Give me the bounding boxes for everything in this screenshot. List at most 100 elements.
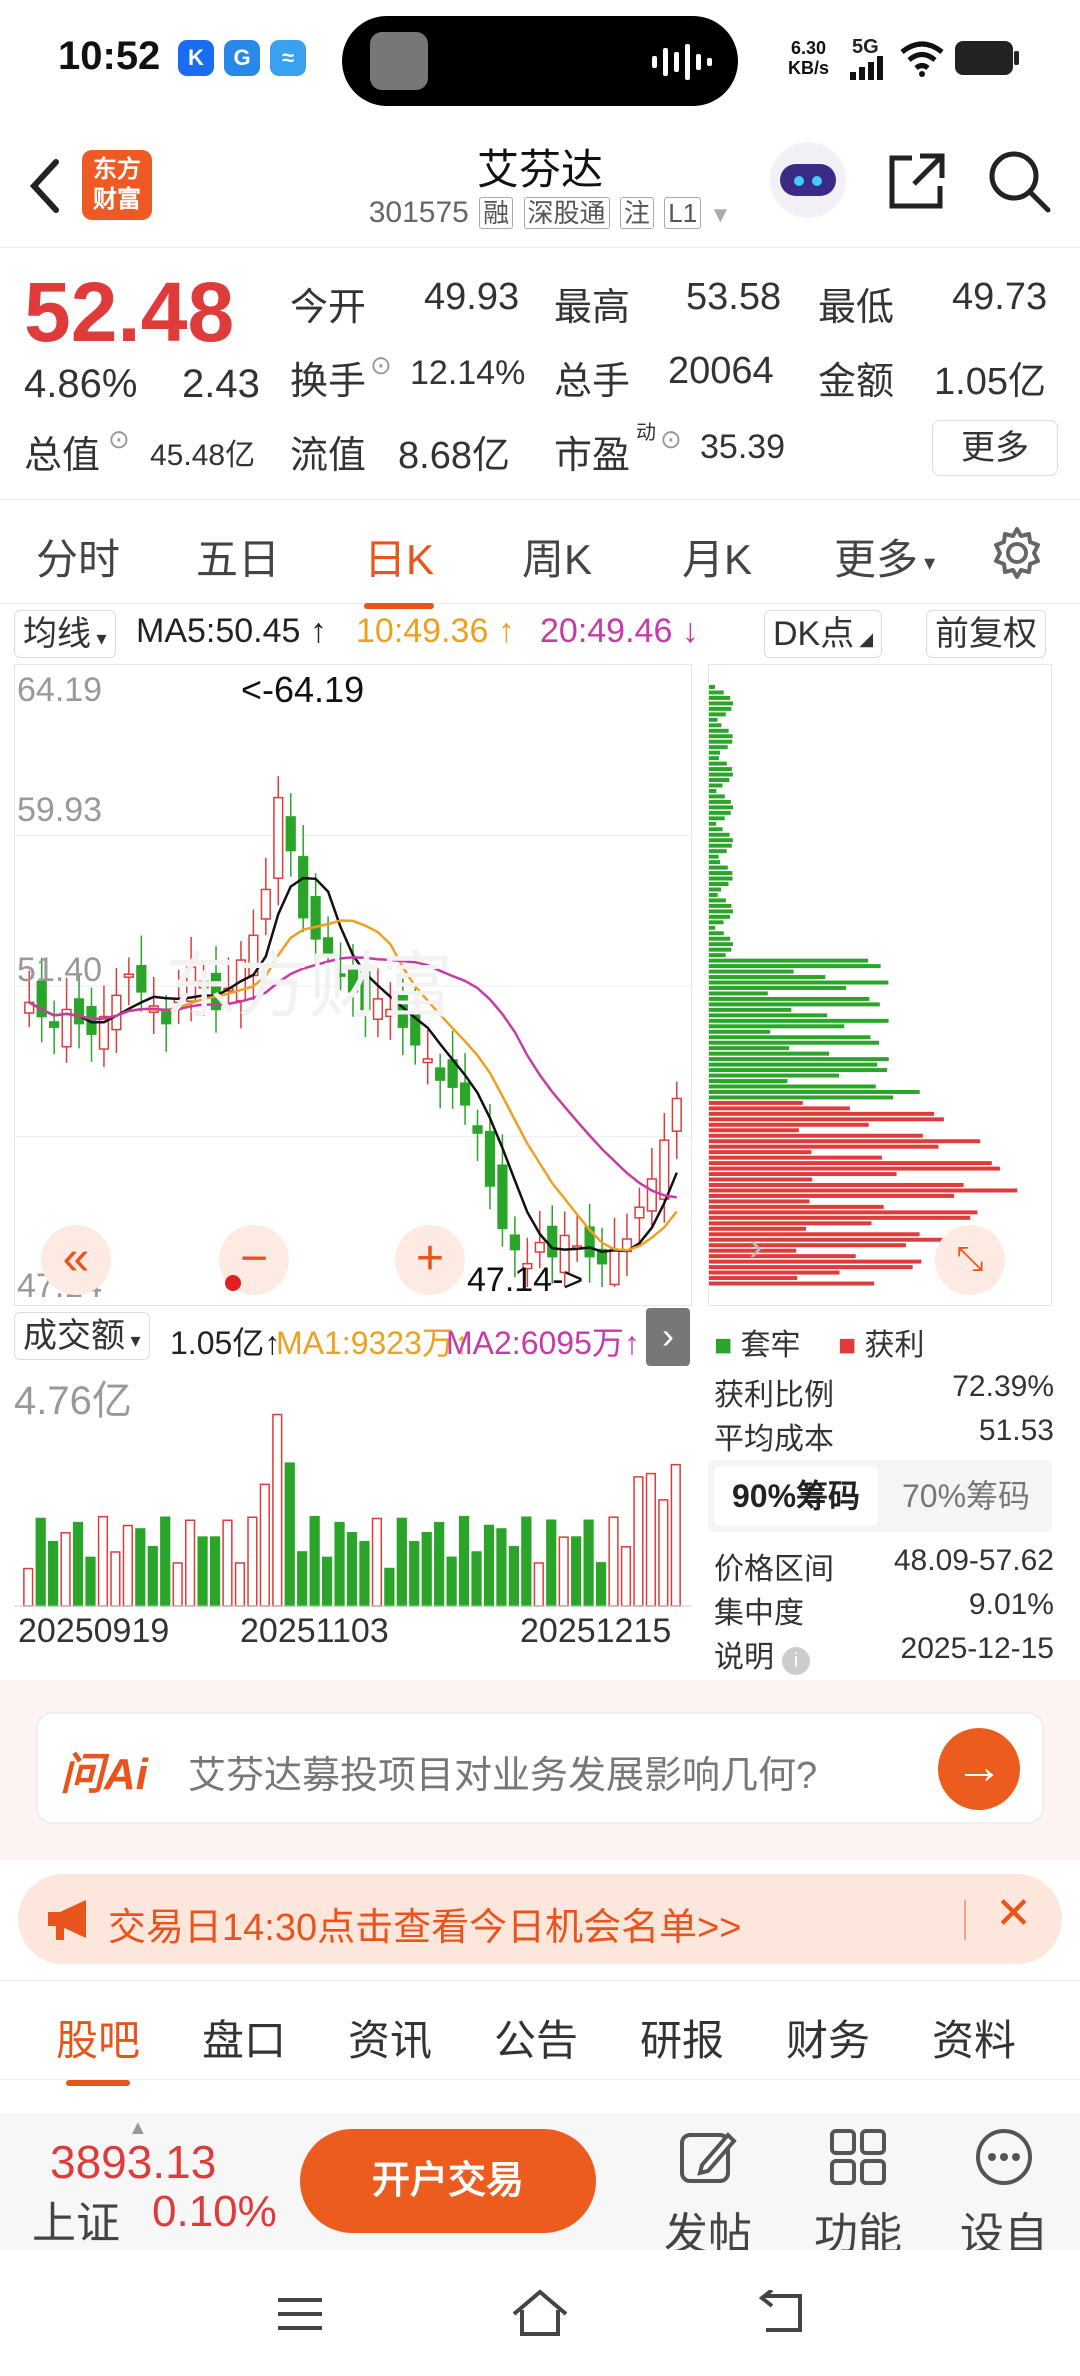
legend-profit: ■ 获利 <box>838 1329 925 1362</box>
tab-more-periods[interactable]: 更多 ▾ <box>834 526 935 587</box>
period-tabs: 分时 五日 日K 周K 月K 更多 ▾ <box>0 500 1080 609</box>
wifi-icon <box>900 41 944 77</box>
min-price-note: 47.14-> <box>467 1261 584 1299</box>
profit-ratio-row: 获利比例 72.39% <box>714 1370 1054 1412</box>
chip-distribution[interactable]: › ⤡ <box>708 664 1052 1306</box>
price-range-row: 价格区间 48.09-57.62 <box>714 1544 1054 1586</box>
ma-bar: 均线 ▾ MA5:50.45 ↑ 10:49.36 ↑ 20:49.46 ↓ D… <box>0 604 1080 662</box>
kline-chart[interactable]: 64.19 59.93 51.40 47.14 <-64.19 47.14-> … <box>14 664 693 1306</box>
index-name[interactable]: 上证 <box>32 2187 120 2251</box>
tab-orderbook[interactable]: 盘口 <box>202 2007 286 2068</box>
more-quote-button[interactable]: 更多 <box>932 420 1058 476</box>
code-dropdown-icon: ▼ <box>709 202 732 227</box>
pe-info-icon[interactable]: ⊙ <box>660 424 682 455</box>
ai-robot-avatar[interactable] <box>770 142 846 218</box>
home-icon[interactable] <box>510 2288 570 2338</box>
collapse-arrow-button[interactable]: › <box>646 1308 690 1366</box>
dk-point-selector[interactable]: DK点 ◢ <box>764 610 883 658</box>
chip-canvas <box>709 685 1018 1286</box>
float-value: 8.68亿 <box>398 435 510 477</box>
close-icon[interactable]: ✕ <box>995 1888 1032 1939</box>
total-value: 45.48亿 <box>150 439 256 472</box>
search-icon[interactable] <box>986 148 1052 214</box>
turnover-value: 12.14% <box>410 354 526 392</box>
change-amount: 2.43 <box>182 362 260 406</box>
ai-question-box[interactable]: 问Ai 艾芬达募投项目对业务发展影响几何? → <box>36 1712 1044 1824</box>
scroll-left-button[interactable]: « <box>41 1225 111 1295</box>
info-icon: i <box>782 1647 810 1675</box>
tab-daily-k[interactable]: 日K <box>364 526 435 609</box>
open-account-trade-button[interactable]: 开户交易 <box>300 2129 596 2233</box>
volume-ma1-text: MA1:9323万↑ <box>276 1325 470 1361</box>
high-label: 最高 <box>554 287 631 329</box>
change-pct: 4.86% <box>24 362 138 406</box>
event-marker-dot[interactable] <box>225 1275 241 1291</box>
adjust-button[interactable]: 前复权 <box>926 610 1046 658</box>
tab-intraday[interactable]: 分时 <box>36 526 120 587</box>
tab-news[interactable]: 资讯 <box>348 2007 432 2068</box>
index-pct[interactable]: 0.10% <box>152 2187 277 2237</box>
turnover-info-icon[interactable]: ⊙ <box>370 350 392 381</box>
share-icon[interactable] <box>884 148 950 214</box>
stock-code-line[interactable]: 301575 融 深股通 注 L1 ▼ <box>340 196 760 230</box>
eastmoney-logo[interactable]: 东方 财富 <box>82 150 152 220</box>
indicator-selector[interactable]: 均线 ▾ <box>14 610 116 658</box>
last-price: 52.48 <box>24 265 235 359</box>
volume-label: 总手 <box>554 361 631 403</box>
tag-level: L1 <box>664 197 702 229</box>
footer-bar: ▲ 3893.13 上证 0.10% 开户交易 发帖 功能 设自选 <box>0 2114 1080 2323</box>
volume-y-label: 4.76亿 <box>14 1379 132 1423</box>
notice-divider <box>964 1900 966 1940</box>
tag-registered: 注 <box>619 197 654 229</box>
tab-weekly-k[interactable]: 周K <box>522 526 592 587</box>
ai-question: 艾芬达募投项目对业务发展影响几何? <box>188 1755 818 1797</box>
menu-icon[interactable] <box>276 2294 324 2334</box>
volume-value-text: 1.05亿↑ <box>170 1325 281 1361</box>
total-value-info-icon[interactable]: ⊙ <box>108 424 130 455</box>
chip-info-panel: ■ 套牢 ■ 获利 获利比例 72.39% 平均成本 51.53 90%筹码 70%… <box>708 1308 1058 1678</box>
function-button[interactable]: 功能 <box>798 2127 918 2262</box>
tab-70-chips[interactable]: 70%筹码 <box>884 1466 1048 1526</box>
fullscreen-icon[interactable]: ⤡ <box>935 1225 1005 1295</box>
dynamic-island[interactable] <box>342 16 738 106</box>
volume-ma2-text: MA2:6095万↑ <box>446 1325 640 1361</box>
status-bar: 10:52 K G ≈ 6.30 KB/s 5G <box>0 0 1080 120</box>
tab-90-chips[interactable]: 90%筹码 <box>714 1466 878 1526</box>
watermark: 东方财富 <box>165 947 454 1027</box>
volume-chart[interactable]: 4.76亿 <box>14 1368 692 1616</box>
ma20-text: 20:49.46 ↓ <box>540 612 699 650</box>
zoom-in-button[interactable]: + <box>395 1225 465 1295</box>
back-nav-icon[interactable] <box>754 2290 806 2336</box>
stock-code: 301575 <box>368 196 469 229</box>
edit-icon <box>680 2132 737 2183</box>
volume-indicator-selector[interactable]: 成交额 ▾ <box>14 1312 150 1360</box>
tab-profile[interactable]: 资料 <box>932 2007 1016 2068</box>
tab-research[interactable]: 研报 <box>640 2007 724 2068</box>
system-nav-bar <box>0 2250 1080 2376</box>
net-speed: 6.30 KB/s <box>788 38 830 78</box>
amount-value: 1.05亿 <box>934 361 1046 403</box>
gear-icon[interactable] <box>990 526 1044 580</box>
notice-banner[interactable]: 交易日14:30点击查看今日机会名单>> ✕ <box>18 1874 1062 1964</box>
post-button[interactable]: 发帖 <box>648 2127 768 2262</box>
tab-financials[interactable]: 财务 <box>786 2007 870 2068</box>
index-value[interactable]: 3893.13 <box>50 2135 216 2189</box>
tab-guba[interactable]: 股吧 <box>56 2007 140 2086</box>
turnover-label: 换手 <box>290 361 367 403</box>
chip-percent-tabs: 90%筹码 70%筹码 <box>708 1460 1052 1532</box>
pe-sup: 动 <box>636 422 656 444</box>
low-value: 49.73 <box>952 276 1048 318</box>
note-row[interactable]: 说明 i 2025-12-15 <box>714 1632 1054 1676</box>
back-arrow-icon[interactable] <box>22 154 72 218</box>
high-value: 53.58 <box>686 276 782 318</box>
chip-expand-icon[interactable]: › <box>749 1225 762 1270</box>
tab-announcements[interactable]: 公告 <box>494 2007 578 2068</box>
avg-cost-row: 平均成本 51.53 <box>714 1414 1054 1456</box>
float-value-label: 流值 <box>290 435 367 477</box>
tab-five-day[interactable]: 五日 <box>196 526 280 587</box>
stock-name: 艾芬达 <box>476 146 603 193</box>
y-label-top: 64.19 <box>17 671 103 709</box>
y-label-2: 59.93 <box>17 791 103 829</box>
ai-submit-arrow-icon[interactable]: → <box>938 1728 1020 1810</box>
tab-monthly-k[interactable]: 月K <box>682 526 752 587</box>
